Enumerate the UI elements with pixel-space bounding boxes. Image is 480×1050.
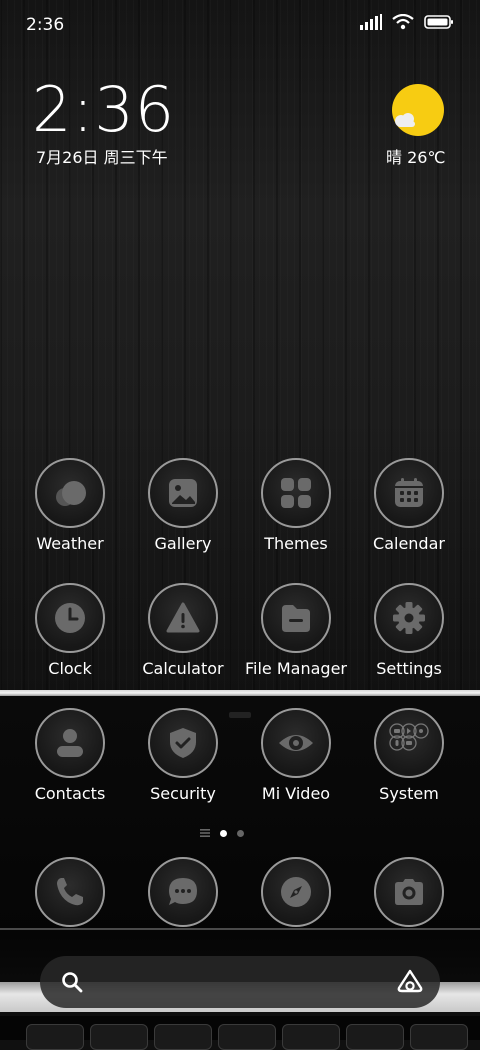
page-indicator[interactable]	[200, 829, 244, 837]
wallpaper-key	[282, 1024, 340, 1050]
app-calculator[interactable]: Calculator	[127, 583, 239, 678]
wifi-icon	[392, 14, 414, 30]
page-list-icon[interactable]	[200, 829, 210, 837]
folder-icon	[261, 583, 331, 653]
folder-grid-icon	[374, 708, 444, 778]
app-contacts[interactable]: Contacts	[14, 708, 126, 803]
wallpaper-key	[90, 1024, 148, 1050]
themes-icon	[261, 458, 331, 528]
calendar-icon	[374, 458, 444, 528]
app-label: Gallery	[154, 534, 212, 553]
wallpaper-key	[218, 1024, 276, 1050]
app-label: Calendar	[373, 534, 445, 553]
app-label: Clock	[48, 659, 92, 678]
wallpaper-key	[346, 1024, 404, 1050]
wallpaper-key	[26, 1024, 84, 1050]
phone-icon	[35, 857, 105, 927]
app-label: Settings	[376, 659, 442, 678]
assistant-icon[interactable]	[396, 968, 424, 994]
dock-camera[interactable]	[353, 857, 465, 927]
app-gallery[interactable]: Gallery	[127, 458, 239, 553]
app-label: Security	[150, 784, 216, 803]
signal-icon	[360, 14, 382, 30]
app-label: Calculator	[142, 659, 224, 678]
app-weather[interactable]: Weather	[14, 458, 126, 553]
wallpaper-line	[0, 928, 480, 930]
wallpaper-key	[410, 1024, 468, 1050]
app-mi-video[interactable]: Mi Video	[240, 708, 352, 803]
app-label: Mi Video	[261, 784, 331, 803]
clock-widget-time[interactable]: 2:36	[32, 70, 175, 150]
dock-messages[interactable]	[127, 857, 239, 927]
page-dot-active[interactable]	[220, 829, 227, 837]
contacts-icon	[35, 708, 105, 778]
shield-icon	[148, 708, 218, 778]
weather-condition-temp: 晴 26℃	[386, 148, 446, 167]
gear-icon	[374, 583, 444, 653]
weather-icon	[35, 458, 105, 528]
wallpaper-key	[154, 1024, 212, 1050]
clock-widget-date: 7月26日 周三下午	[36, 148, 168, 167]
eye-icon	[261, 708, 331, 778]
app-label: Contacts	[34, 784, 106, 803]
dock-phone[interactable]	[14, 857, 126, 927]
app-file-manager[interactable]: File Manager	[240, 583, 352, 678]
cloud-icon	[395, 113, 415, 127]
gallery-icon	[148, 458, 218, 528]
dock-browser[interactable]	[240, 857, 352, 927]
app-system-folder[interactable]: System	[353, 708, 465, 803]
messages-icon	[148, 857, 218, 927]
search-icon[interactable]	[60, 970, 84, 994]
battery-icon	[424, 15, 453, 29]
sun-icon[interactable]	[392, 84, 444, 136]
calculator-icon	[148, 583, 218, 653]
app-clock[interactable]: Clock	[14, 583, 126, 678]
status-time: 2:36	[26, 15, 65, 35]
app-calendar[interactable]: Calendar	[353, 458, 465, 553]
app-label: System	[379, 784, 439, 803]
status-icons	[360, 14, 454, 30]
compass-icon	[261, 857, 331, 927]
page-dot[interactable]	[237, 829, 244, 837]
app-label: Weather	[36, 534, 104, 553]
app-label: Themes	[264, 534, 328, 553]
clock-icon	[35, 583, 105, 653]
camera-icon	[374, 857, 444, 927]
search-bar[interactable]	[40, 956, 440, 1008]
app-security[interactable]: Security	[127, 708, 239, 803]
app-label: File Manager	[245, 659, 347, 678]
app-settings[interactable]: Settings	[353, 583, 465, 678]
app-themes[interactable]: Themes	[240, 458, 352, 553]
